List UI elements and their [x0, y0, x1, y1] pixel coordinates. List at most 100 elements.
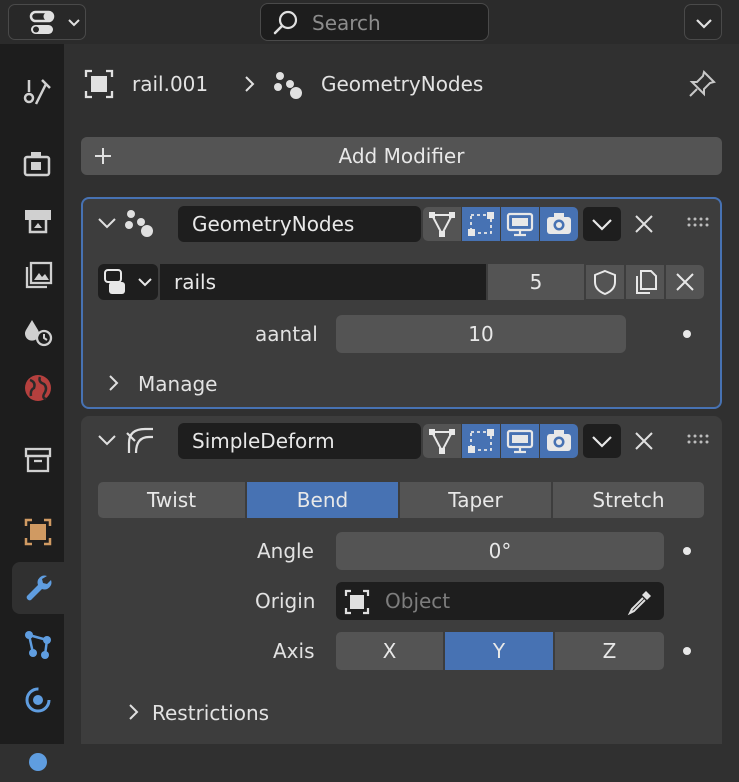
mode-taper-button[interactable]: Taper [400, 482, 551, 518]
tab-world[interactable] [12, 362, 64, 414]
search-icon [273, 10, 298, 35]
search-placeholder: Search [312, 11, 381, 35]
unlink-node-group-button[interactable] [666, 265, 704, 299]
close-icon[interactable] [633, 430, 655, 452]
vertex-data-icon [25, 631, 51, 659]
node-tree-icon [104, 269, 152, 294]
on-cage-toggle[interactable] [462, 207, 500, 241]
tool-icon [23, 79, 51, 105]
add-modifier-label: Add Modifier [338, 144, 465, 168]
breadcrumb-object-name: rail.001 [132, 72, 209, 96]
constraints-icon [29, 753, 47, 771]
viewport-toggle[interactable] [501, 424, 539, 458]
origin-label: Origin [255, 589, 316, 613]
on-cage-icon [468, 429, 494, 453]
collapse-chevron-icon[interactable] [97, 217, 117, 231]
render-toggle[interactable] [540, 207, 578, 241]
properties-tab-bar [0, 44, 64, 771]
axis-z-button[interactable]: Z [555, 632, 664, 670]
tab-render[interactable] [12, 138, 64, 190]
options-dropdown-button[interactable] [684, 4, 722, 40]
physics-icon [25, 687, 51, 713]
chevron-right-icon [245, 76, 255, 92]
chevron-down-icon [696, 19, 712, 29]
viewport-toggle[interactable] [501, 207, 539, 241]
node-group-name-field[interactable]: rails [160, 264, 486, 300]
properties-editor-icon [29, 10, 80, 34]
on-cage-toggle[interactable] [462, 424, 500, 458]
mode-stretch-button[interactable]: Stretch [553, 482, 704, 518]
collapse-chevron-icon[interactable] [97, 434, 117, 448]
edit-mode-icon [429, 429, 455, 454]
angle-input[interactable]: 0° [336, 532, 664, 570]
plus-icon [95, 148, 111, 164]
mode-twist-button[interactable]: Twist [98, 482, 245, 518]
collection-icon [24, 447, 52, 473]
edit-mode-toggle[interactable] [423, 424, 461, 458]
object-icon [344, 589, 370, 615]
add-modifier-button[interactable]: Add Modifier [81, 137, 722, 175]
tab-collection[interactable] [12, 434, 64, 486]
on-cage-icon [468, 212, 494, 236]
breadcrumb-modifier-name: GeometryNodes [321, 72, 484, 96]
tab-object[interactable] [12, 506, 64, 558]
tab-tool[interactable] [12, 66, 64, 118]
aantal-label: aantal [255, 322, 318, 346]
editor-type-button[interactable] [8, 4, 86, 40]
shield-icon [594, 269, 616, 296]
fake-user-toggle[interactable] [586, 265, 624, 299]
angle-label: Angle [257, 539, 314, 563]
scene-icon [25, 320, 53, 347]
origin-placeholder: Object [385, 589, 451, 613]
keyframe-dot[interactable] [683, 330, 691, 338]
keyframe-dot[interactable] [683, 647, 691, 655]
origin-object-field[interactable]: Object [336, 582, 664, 620]
camera-icon [547, 213, 571, 234]
manage-subpanel-header[interactable]: Manage [138, 374, 217, 394]
node-group-users-count[interactable]: 5 [488, 264, 584, 300]
keyframe-dot[interactable] [683, 547, 691, 555]
simple-deform-modifier-panel: SimpleDeform Twist Bend Taper Stretch An… [81, 416, 722, 744]
extra-options-dropdown[interactable] [583, 424, 621, 458]
render-icon [23, 152, 51, 177]
aantal-input[interactable]: 10 [336, 315, 626, 353]
tab-constraints[interactable] [12, 730, 64, 782]
geometry-nodes-modifier-panel: GeometryNodes rails 5 aantal 10 Manage [81, 197, 722, 409]
tab-modifiers[interactable] [12, 562, 64, 614]
simple-deform-icon [126, 427, 153, 454]
eyedropper-icon[interactable] [626, 588, 654, 616]
tab-view-layer[interactable] [12, 250, 64, 302]
pin-icon[interactable] [686, 68, 718, 100]
wrench-icon [26, 575, 52, 601]
node-group-browse-button[interactable] [98, 264, 158, 300]
world-icon [25, 375, 51, 401]
chevron-right-icon[interactable] [107, 373, 121, 393]
drag-handle-icon[interactable] [687, 434, 711, 444]
duplicate-node-group-button[interactable] [626, 265, 664, 299]
modifier-properties-panel: rail.001 GeometryNodes Add Modifier Geom… [64, 44, 739, 744]
edit-mode-icon [429, 212, 455, 237]
axis-x-button[interactable]: X [336, 632, 443, 670]
tab-physics[interactable] [12, 674, 64, 726]
drag-handle-icon[interactable] [687, 217, 711, 227]
object-icon [84, 69, 114, 99]
modifier-name-field[interactable]: SimpleDeform [178, 423, 421, 459]
edit-mode-toggle[interactable] [423, 207, 461, 241]
axis-y-button[interactable]: Y [445, 632, 553, 670]
tab-scene[interactable] [12, 306, 64, 358]
restrictions-subpanel-header[interactable]: Restrictions [152, 703, 269, 723]
render-toggle[interactable] [540, 424, 578, 458]
tab-output[interactable] [12, 194, 64, 246]
chevron-right-icon[interactable] [127, 702, 141, 722]
tab-geometry-nodes-data[interactable] [12, 618, 64, 670]
duplicate-icon [636, 270, 657, 294]
extra-options-dropdown[interactable] [583, 207, 621, 241]
chevron-down-icon [592, 219, 612, 231]
top-bar: Search [0, 0, 739, 44]
mode-bend-button[interactable]: Bend [247, 482, 398, 518]
camera-icon [547, 430, 571, 451]
geometry-nodes-icon [274, 72, 302, 99]
search-input[interactable]: Search [260, 3, 489, 41]
modifier-name-field[interactable]: GeometryNodes [178, 206, 421, 242]
close-icon[interactable] [633, 213, 655, 235]
